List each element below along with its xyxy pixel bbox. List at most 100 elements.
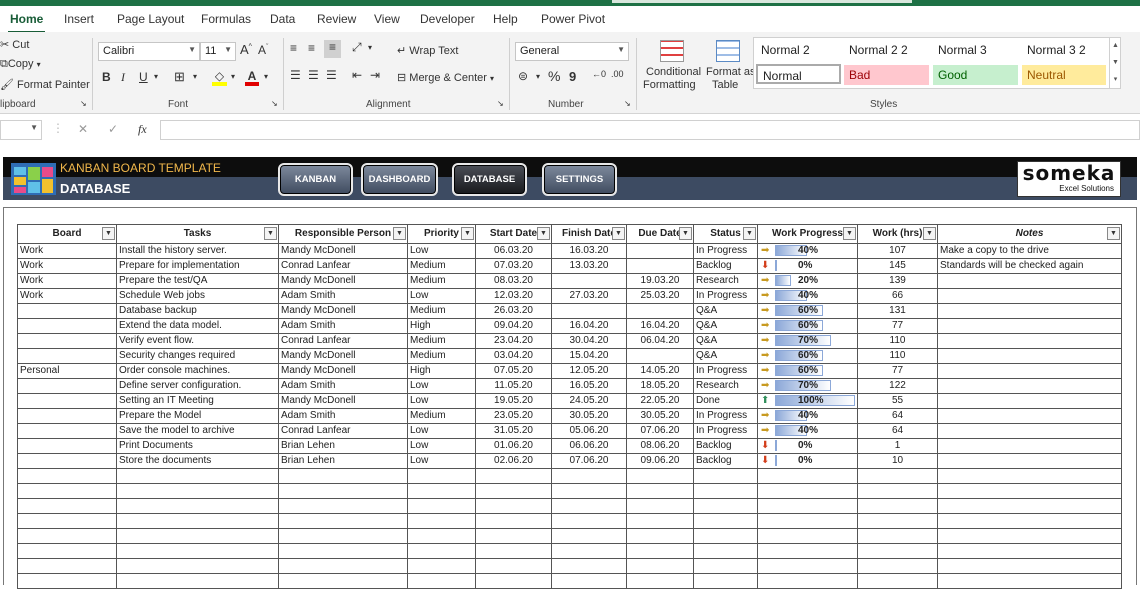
align-center-icon[interactable]: ☰	[308, 68, 319, 82]
cell-progress[interactable]: ➡ 40%	[757, 408, 858, 424]
cell-status[interactable]: Q&A	[693, 318, 758, 334]
cell-notes[interactable]	[937, 273, 1122, 289]
cell-task[interactable]: Order console machines.	[116, 363, 279, 379]
chevron-down-icon[interactable]: ▾	[154, 72, 158, 81]
align-right-icon[interactable]: ☰	[326, 68, 337, 82]
style-normal-2-2[interactable]: Normal 2 2	[844, 40, 928, 60]
cell-notes[interactable]	[937, 378, 1122, 394]
cell-finish[interactable]: 05.06.20	[551, 423, 627, 439]
cell-board[interactable]	[17, 348, 117, 364]
cell-status[interactable]: In Progress	[693, 243, 758, 259]
empty-cell[interactable]	[937, 543, 1122, 559]
copy-button[interactable]: ⧉Copy ▾	[0, 58, 41, 71]
name-box[interactable]: ▼	[0, 120, 42, 140]
empty-cell[interactable]	[407, 573, 476, 589]
cell-finish[interactable]: 07.06.20	[551, 453, 627, 469]
cell-priority[interactable]: High	[407, 318, 476, 334]
nav-settings-button[interactable]: SETTINGS	[542, 163, 617, 196]
shrink-font-button[interactable]: Aˇ	[258, 43, 268, 57]
cell-status[interactable]: In Progress	[693, 408, 758, 424]
cell-priority[interactable]: Medium	[407, 408, 476, 424]
align-left-icon[interactable]: ☰	[290, 68, 301, 82]
cell-notes[interactable]	[937, 348, 1122, 364]
cell-priority[interactable]: Medium	[407, 303, 476, 319]
cell-status[interactable]: Q&A	[693, 348, 758, 364]
cell-board[interactable]: Work	[17, 258, 117, 274]
cell-hrs[interactable]: 10	[857, 453, 938, 469]
dialog-launcher-icon[interactable]: ↘	[80, 99, 87, 108]
cell-board[interactable]: Personal	[17, 363, 117, 379]
cell-person[interactable]: Mandy McDonell	[278, 303, 408, 319]
cell-priority[interactable]: Low	[407, 378, 476, 394]
cell-progress[interactable]: ⬇ 0%	[757, 453, 858, 469]
cell-board[interactable]	[17, 393, 117, 409]
cell-progress[interactable]: ➡ 40%	[757, 288, 858, 304]
style-neutral[interactable]: Neutral	[1022, 65, 1106, 85]
empty-cell[interactable]	[693, 573, 758, 589]
cell-due[interactable]: 09.06.20	[626, 453, 694, 469]
cell-start[interactable]: 19.05.20	[475, 393, 552, 409]
cell-hrs[interactable]: 64	[857, 423, 938, 439]
tab-home[interactable]: Home	[7, 12, 46, 34]
number-format-combo[interactable]: General ▼	[515, 42, 629, 61]
orientation-icon[interactable]: ⤢	[352, 40, 362, 55]
cell-hrs[interactable]: 66	[857, 288, 938, 304]
nav-database-button[interactable]: DATABASE	[452, 163, 527, 196]
empty-cell[interactable]	[693, 558, 758, 574]
empty-cell[interactable]	[116, 528, 279, 544]
filter-dropdown-icon[interactable]: ▼	[679, 227, 692, 240]
font-name-combo[interactable]: Calibri ▼	[98, 42, 200, 61]
wrap-text-button[interactable]: ↵ Wrap Text	[397, 44, 458, 57]
empty-cell[interactable]	[693, 543, 758, 559]
empty-cell[interactable]	[278, 573, 408, 589]
cell-notes[interactable]	[937, 303, 1122, 319]
tab-formulas[interactable]: Formulas	[201, 12, 251, 26]
cell-progress[interactable]: ➡ 60%	[757, 348, 858, 364]
empty-cell[interactable]	[17, 543, 117, 559]
increase-decimal-icon[interactable]: ←0	[592, 69, 606, 79]
cell-task[interactable]: Prepare for implementation	[116, 258, 279, 274]
cell-person[interactable]: Conrad Lanfear	[278, 423, 408, 439]
chevron-down-icon[interactable]: ▾	[368, 43, 372, 52]
cell-hrs[interactable]: 122	[857, 378, 938, 394]
style-normal-3-2[interactable]: Normal 3 2	[1022, 40, 1106, 60]
filter-dropdown-icon[interactable]: ▼	[743, 227, 756, 240]
empty-cell[interactable]	[857, 498, 938, 514]
empty-cell[interactable]	[407, 513, 476, 529]
tab-data[interactable]: Data	[270, 12, 295, 26]
cell-priority[interactable]: Low	[407, 438, 476, 454]
cell-hrs[interactable]: 77	[857, 363, 938, 379]
cell-progress[interactable]: ➡ 40%	[757, 423, 858, 439]
cell-finish[interactable]: 30.04.20	[551, 333, 627, 349]
empty-cell[interactable]	[475, 543, 552, 559]
style-normal-3[interactable]: Normal 3	[933, 40, 1017, 60]
cell-task[interactable]: Database backup	[116, 303, 279, 319]
cell-person[interactable]: Brian Lehen	[278, 453, 408, 469]
empty-cell[interactable]	[475, 513, 552, 529]
align-bottom-icon[interactable]: ≡	[324, 40, 341, 58]
cell-due[interactable]	[626, 348, 694, 364]
empty-cell[interactable]	[116, 513, 279, 529]
cell-hrs[interactable]: 110	[857, 348, 938, 364]
empty-cell[interactable]	[626, 498, 694, 514]
empty-cell[interactable]	[757, 498, 858, 514]
cell-notes[interactable]	[937, 393, 1122, 409]
cell-board[interactable]: Work	[17, 243, 117, 259]
cell-person[interactable]: Brian Lehen	[278, 438, 408, 454]
empty-cell[interactable]	[937, 483, 1122, 499]
cell-priority[interactable]: High	[407, 363, 476, 379]
cell-progress[interactable]: ⬆ 100%	[757, 393, 858, 409]
empty-cell[interactable]	[937, 468, 1122, 484]
cell-person[interactable]: Adam Smith	[278, 378, 408, 394]
cell-start[interactable]: 31.05.20	[475, 423, 552, 439]
empty-cell[interactable]	[757, 558, 858, 574]
cell-task[interactable]: Setting an IT Meeting	[116, 393, 279, 409]
empty-cell[interactable]	[278, 513, 408, 529]
cell-hrs[interactable]: 139	[857, 273, 938, 289]
cell-progress[interactable]: ➡ 60%	[757, 318, 858, 334]
empty-cell[interactable]	[857, 558, 938, 574]
filter-dropdown-icon[interactable]: ▼	[923, 227, 936, 240]
cell-finish[interactable]: 12.05.20	[551, 363, 627, 379]
dialog-launcher-icon[interactable]: ↘	[497, 99, 504, 108]
cell-due[interactable]: 22.05.20	[626, 393, 694, 409]
